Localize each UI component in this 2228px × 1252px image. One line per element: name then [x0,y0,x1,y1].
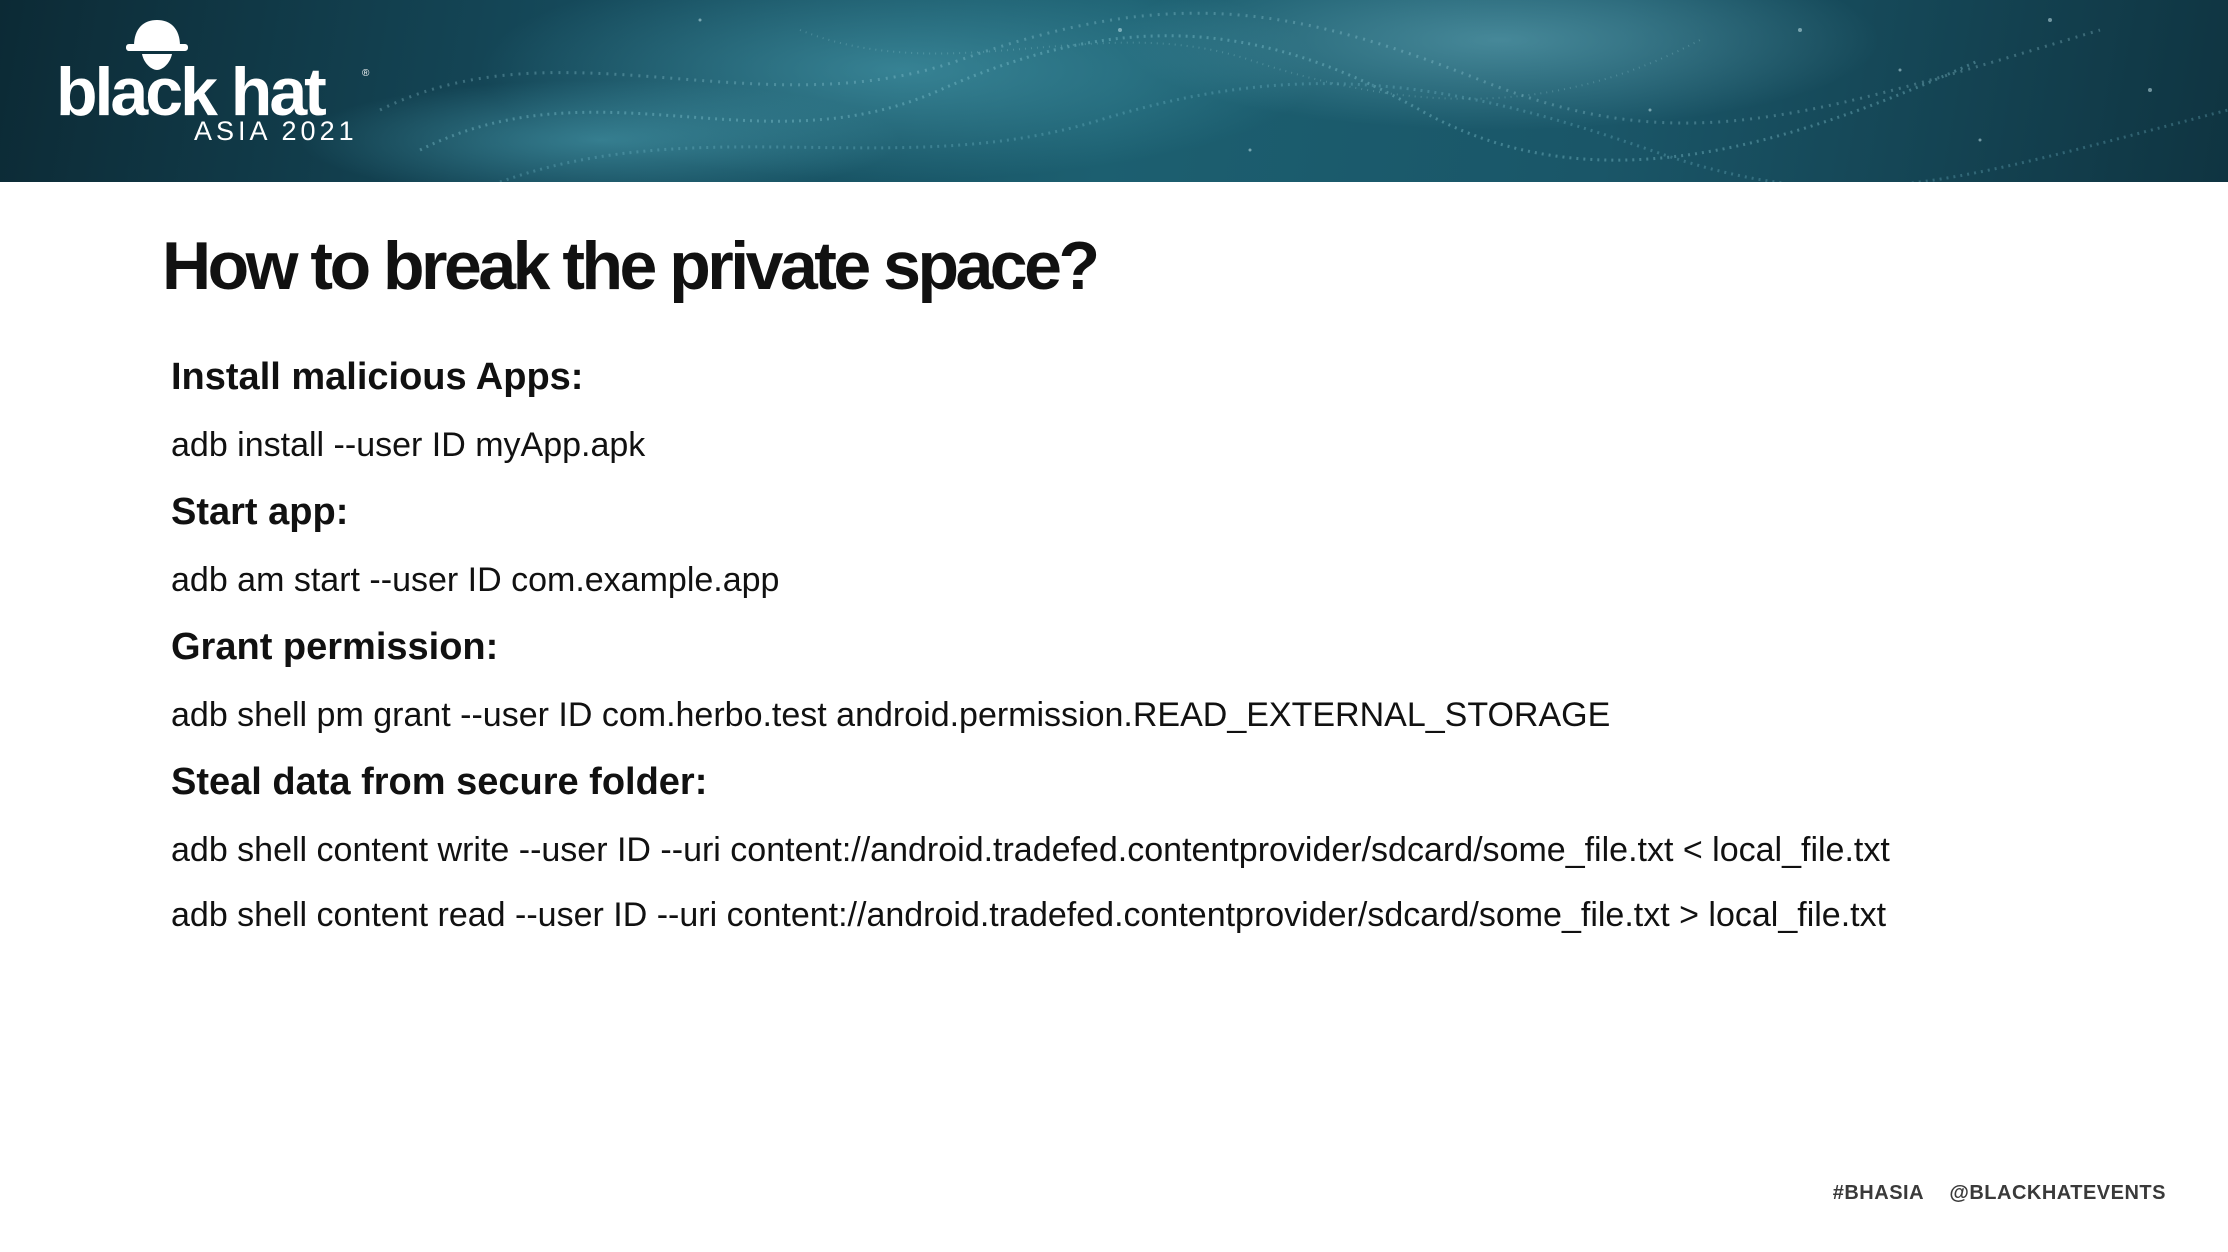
section-heading-install: Install malicious Apps: [171,356,584,398]
logo-event: ASIA 2021 [194,116,358,146]
command-content-write: adb shell content write --user ID --uri … [171,831,1890,869]
section-heading-steal: Steal data from secure folder: [171,761,708,803]
registered-mark: ® [362,68,370,79]
command-install: adb install --user ID myApp.apk [171,426,646,464]
slide: black hat ® ASIA 2021 How to break the p… [0,0,2228,1252]
header-banner: black hat ® ASIA 2021 [0,0,2228,182]
command-content-read: adb shell content read --user ID --uri c… [171,896,1887,934]
footer-hashtag: #BHASIA [1832,1182,1924,1204]
section-heading-start: Start app: [171,491,349,533]
blackhat-logo: black hat ® ASIA 2021 [56,18,386,148]
command-grant: adb shell pm grant --user ID com.herbo.t… [171,696,1611,734]
footer-handle: @BLACKHATEVENTS [1949,1182,2166,1204]
command-start: adb am start --user ID com.example.app [171,561,780,599]
footer-social: #BHASIA @BLACKHATEVENTS [1833,1182,2166,1205]
slide-title: How to break the private space? [162,228,1100,304]
section-heading-grant: Grant permission: [171,626,499,668]
